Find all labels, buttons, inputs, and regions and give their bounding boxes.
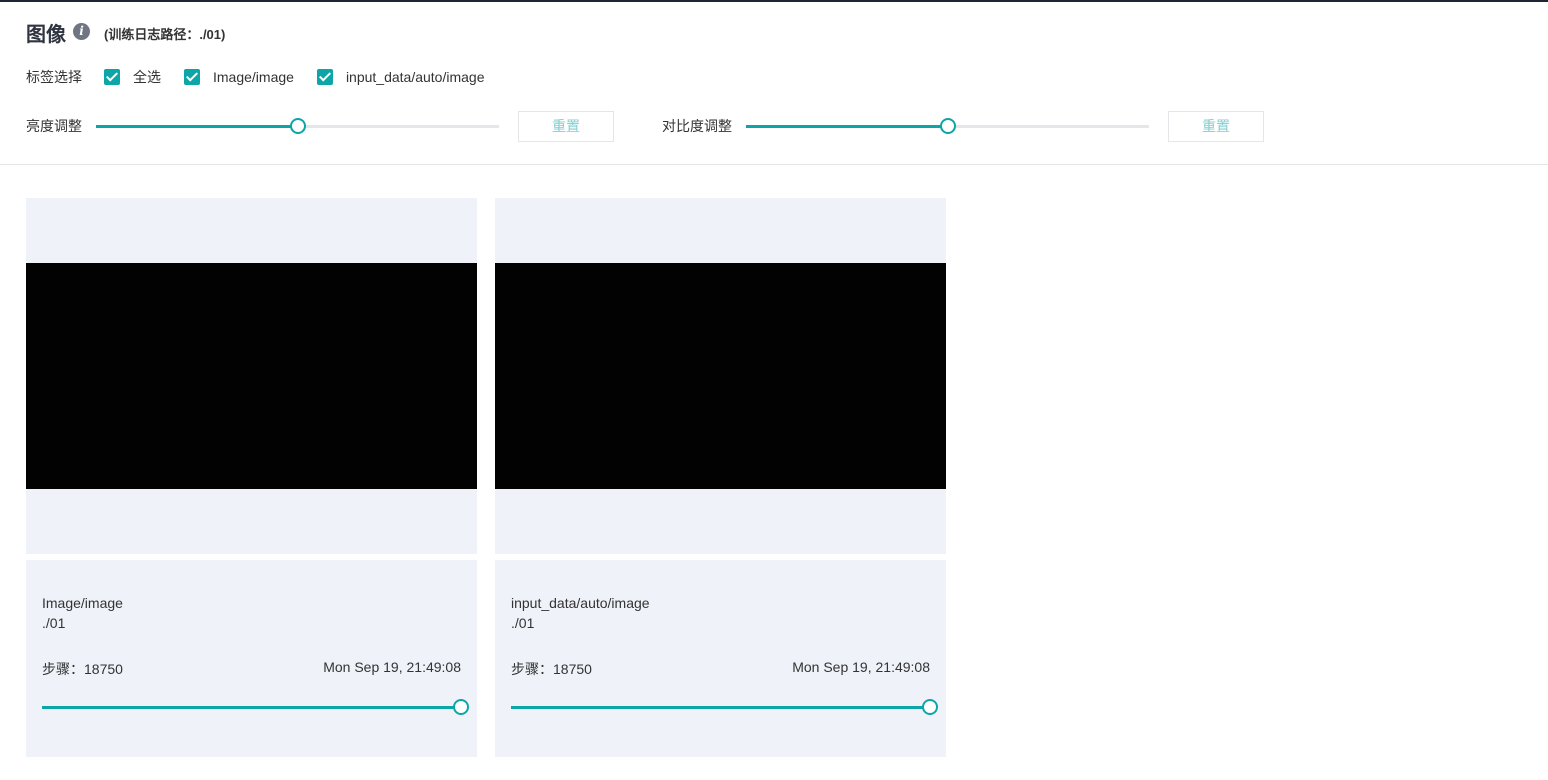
step-slider[interactable] (42, 699, 469, 715)
tag-selection: 标签选择 全选 Image/image input_data/auto/imag… (26, 66, 508, 88)
brightness-label: 亮度调整 (26, 118, 82, 134)
tag-selection-label: 标签选择 (26, 69, 82, 85)
card-run-name: ./01 (42, 615, 66, 631)
brightness-control: 亮度调整 重置 (26, 110, 614, 142)
card-tag-name: input_data/auto/image (511, 595, 650, 611)
contrast-label: 对比度调整 (662, 118, 732, 134)
card-tag-name: Image/image (42, 595, 123, 611)
brightness-slider-handle[interactable] (289, 117, 306, 134)
log-path: (训练日志路径：./01) (104, 27, 226, 42)
image-panel-header: 图像 i (训练日志路径：./01) 标签选择 全选 Image/image i… (0, 2, 1548, 165)
contrast-slider-handle[interactable] (939, 117, 956, 134)
select-all-checkbox[interactable] (104, 69, 120, 85)
brightness-slider[interactable] (96, 117, 499, 134)
tag-checkbox-input-data-auto-image[interactable] (316, 69, 333, 85)
tag-label-input-data-auto-image[interactable]: input_data/auto/image (346, 69, 485, 85)
title-row: 图像 i (训练日志路径：./01) (26, 18, 225, 46)
step-slider-handle[interactable] (922, 699, 938, 715)
card-run-name: ./01 (511, 615, 535, 631)
contrast-control: 对比度调整 重置 (662, 110, 1264, 142)
tag-label-image-image[interactable]: Image/image (213, 69, 294, 85)
image-frame (26, 198, 477, 554)
step-slider[interactable] (511, 699, 938, 715)
image-preview[interactable] (26, 263, 477, 489)
contrast-reset-button[interactable]: 重置 (1168, 110, 1264, 142)
card-timestamp: Mon Sep 19, 21:49:08 (792, 659, 930, 675)
tag-checkbox-image-image[interactable] (184, 69, 200, 85)
image-card-image-image: Image/image ./01 步骤：18750 Mon Sep 19, 21… (26, 198, 477, 757)
image-card-input-data-auto-image: input_data/auto/image ./01 步骤：18750 Mon … (495, 198, 946, 757)
image-card-info: Image/image ./01 步骤：18750 Mon Sep 19, 21… (26, 560, 477, 757)
page-title: 图像 (26, 23, 66, 46)
image-frame (495, 198, 946, 554)
select-all-label[interactable]: 全选 (133, 67, 161, 87)
card-timestamp: Mon Sep 19, 21:49:08 (323, 659, 461, 675)
contrast-slider-fill (746, 124, 948, 128)
step-slider-handle[interactable] (453, 699, 469, 715)
brightness-reset-button[interactable]: 重置 (518, 110, 614, 142)
info-icon[interactable]: i (73, 22, 90, 40)
card-step: 步骤：18750 (511, 661, 592, 677)
brightness-slider-fill (96, 124, 298, 128)
image-card-info: input_data/auto/image ./01 步骤：18750 Mon … (495, 560, 946, 757)
contrast-slider[interactable] (746, 117, 1149, 134)
image-preview[interactable] (495, 263, 946, 489)
card-step: 步骤：18750 (42, 661, 123, 677)
